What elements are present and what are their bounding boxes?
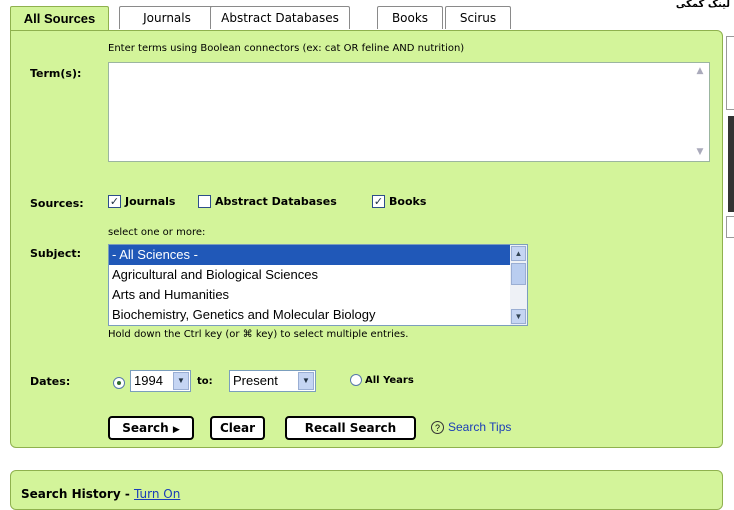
adjacent-panel-edge bbox=[722, 36, 734, 238]
all-years-radio[interactable]: All Years bbox=[350, 374, 414, 386]
dates-label: Dates: bbox=[30, 375, 71, 388]
scroll-up-icon[interactable]: ▲ bbox=[511, 246, 526, 261]
subject-hint: select one or more: bbox=[108, 227, 206, 238]
chevron-down-icon[interactable]: ▼ bbox=[298, 372, 314, 390]
source-books[interactable]: ✓ Books bbox=[372, 195, 426, 208]
subject-scrollbar[interactable]: ▲ ▼ bbox=[510, 245, 527, 325]
search-button-label: Search bbox=[122, 421, 169, 435]
search-tips[interactable]: ? Search Tips bbox=[431, 420, 511, 434]
multi-select-hint: Hold down the Ctrl key (or ⌘ key) to sel… bbox=[108, 329, 409, 340]
source-journals[interactable]: ✓ Journals bbox=[108, 195, 175, 208]
abstract-databases-checkbox[interactable] bbox=[198, 195, 211, 208]
history-separator: - bbox=[120, 487, 134, 501]
to-year-value: Present bbox=[233, 373, 278, 388]
from-year-value: 1994 bbox=[134, 373, 163, 388]
subject-option[interactable]: Biochemistry, Genetics and Molecular Bio… bbox=[109, 305, 527, 325]
scroll-up-icon[interactable]: ▲ bbox=[693, 65, 707, 78]
from-year-select[interactable]: 1994 ▼ bbox=[130, 370, 191, 392]
tab-books[interactable]: Books bbox=[377, 6, 443, 29]
tab-abstract-databases[interactable]: Abstract Databases bbox=[210, 6, 350, 29]
recall-search-button[interactable]: Recall Search bbox=[285, 416, 416, 440]
source-abstract-databases[interactable]: Abstract Databases bbox=[198, 195, 337, 208]
terms-hint: Enter terms using Boolean connectors (ex… bbox=[108, 43, 465, 54]
to-label: to: bbox=[197, 376, 213, 387]
tab-all-sources[interactable]: All Sources bbox=[10, 6, 109, 31]
subject-option[interactable]: - All Sciences - bbox=[109, 245, 527, 265]
subject-option[interactable]: Agricultural and Biological Sciences bbox=[109, 265, 527, 285]
all-years-label: All Years bbox=[365, 374, 414, 386]
radio-icon[interactable] bbox=[350, 374, 362, 386]
search-history-bar: Search History - Turn On bbox=[10, 470, 723, 510]
search-history-title: Search History bbox=[21, 487, 121, 501]
books-checkbox[interactable]: ✓ bbox=[372, 195, 385, 208]
journals-checkbox-label: Journals bbox=[125, 195, 176, 208]
search-button[interactable]: Search ▶ bbox=[108, 416, 194, 440]
help-icon: ? bbox=[431, 420, 444, 434]
corner-text: لینک کمکی bbox=[675, 0, 730, 10]
sources-label: Sources: bbox=[30, 197, 84, 210]
abstract-databases-checkbox-label: Abstract Databases bbox=[215, 195, 337, 208]
scroll-down-icon[interactable]: ▼ bbox=[693, 146, 707, 159]
subject-label: Subject: bbox=[30, 247, 82, 260]
arrow-right-icon: ▶ bbox=[172, 425, 180, 435]
terms-label: Term(s): bbox=[30, 67, 82, 80]
terms-input[interactable]: ▲ ▼ bbox=[108, 62, 710, 162]
tab-journals[interactable]: Journals bbox=[119, 6, 215, 29]
chevron-down-icon[interactable]: ▼ bbox=[173, 372, 189, 390]
journals-checkbox[interactable]: ✓ bbox=[108, 195, 121, 208]
search-panel: Enter terms using Boolean connectors (ex… bbox=[10, 30, 723, 448]
date-range-radio[interactable] bbox=[113, 374, 125, 393]
tab-scirus[interactable]: Scirus bbox=[445, 6, 511, 29]
scroll-down-icon[interactable]: ▼ bbox=[511, 309, 526, 324]
subject-listbox[interactable]: - All Sciences - Agricultural and Biolog… bbox=[108, 244, 528, 326]
radio-icon[interactable] bbox=[113, 377, 125, 389]
scroll-thumb[interactable] bbox=[511, 263, 526, 285]
subject-option[interactable]: Arts and Humanities bbox=[109, 285, 527, 305]
turn-on-link[interactable]: Turn On bbox=[134, 487, 180, 501]
clear-button[interactable]: Clear bbox=[210, 416, 265, 440]
to-year-select[interactable]: Present ▼ bbox=[229, 370, 316, 392]
books-checkbox-label: Books bbox=[389, 195, 427, 208]
search-tips-link[interactable]: Search Tips bbox=[448, 420, 511, 434]
